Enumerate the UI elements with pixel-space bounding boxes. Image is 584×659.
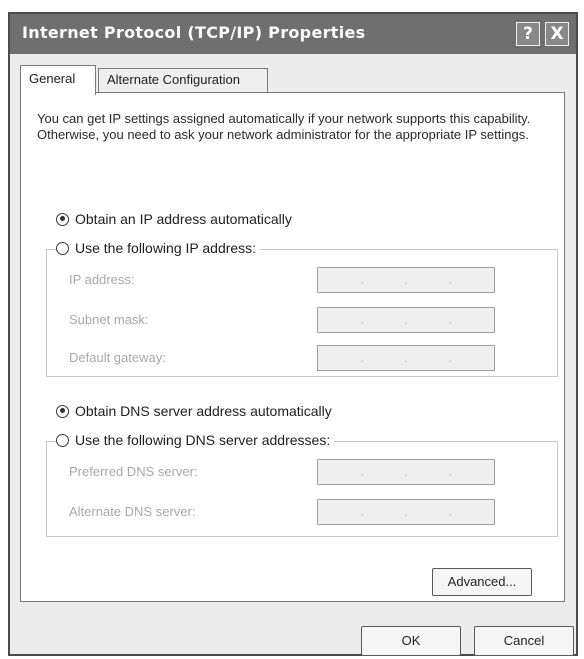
ip-address-group: IP address: ... Subnet mask: ... Default… [46, 249, 558, 377]
default-gateway-label: Default gateway: [69, 350, 166, 365]
cancel-button[interactable]: Cancel [474, 626, 574, 656]
use-following-dns-radio[interactable]: Use the following DNS server addresses: [56, 432, 335, 448]
intro-text: You can get IP settings assigned automat… [37, 111, 531, 142]
dialog-title: Internet Protocol (TCP/IP) Properties [22, 23, 366, 42]
default-gateway-field[interactable]: ... [317, 345, 495, 371]
subnet-mask-field[interactable]: ... [317, 307, 495, 333]
properties-dialog: Internet Protocol (TCP/IP) Properties ? … [8, 12, 578, 656]
radio-unselected-icon [56, 433, 69, 447]
close-button[interactable]: X [545, 22, 569, 46]
use-following-ip-label: Use the following IP address: [75, 240, 257, 256]
alternate-dns-label: Alternate DNS server: [69, 504, 196, 519]
tab-alternate-configuration[interactable]: Alternate Configuration [98, 68, 268, 93]
alternate-dns-field[interactable]: ... [317, 499, 495, 525]
ip-address-label: IP address: [69, 272, 135, 287]
obtain-dns-auto-label: Obtain DNS server address automatically [75, 403, 332, 419]
ok-button[interactable]: OK [361, 626, 461, 656]
subnet-mask-label: Subnet mask: [69, 312, 149, 327]
ip-address-field[interactable]: ... [317, 267, 495, 293]
title-bar[interactable]: Internet Protocol (TCP/IP) Properties ? … [10, 14, 576, 54]
use-following-ip-radio[interactable]: Use the following IP address: [56, 240, 261, 256]
use-following-dns-label: Use the following DNS server addresses: [75, 432, 331, 448]
obtain-dns-auto-radio[interactable]: Obtain DNS server address automatically [56, 403, 336, 419]
obtain-ip-auto-radio[interactable]: Obtain an IP address automatically [56, 211, 296, 227]
preferred-dns-label: Preferred DNS server: [69, 464, 198, 479]
radio-selected-icon [56, 404, 69, 418]
dns-server-group: Preferred DNS server: ... Alternate DNS … [46, 441, 558, 537]
radio-unselected-icon [56, 241, 69, 255]
tab-general[interactable]: General [20, 65, 96, 95]
preferred-dns-field[interactable]: ... [317, 459, 495, 485]
advanced-button[interactable]: Advanced... [432, 568, 532, 596]
radio-selected-icon [56, 212, 69, 226]
help-button[interactable]: ? [516, 22, 540, 46]
obtain-ip-auto-label: Obtain an IP address automatically [75, 211, 292, 227]
general-tab-panel: You can get IP settings assigned automat… [20, 92, 565, 602]
